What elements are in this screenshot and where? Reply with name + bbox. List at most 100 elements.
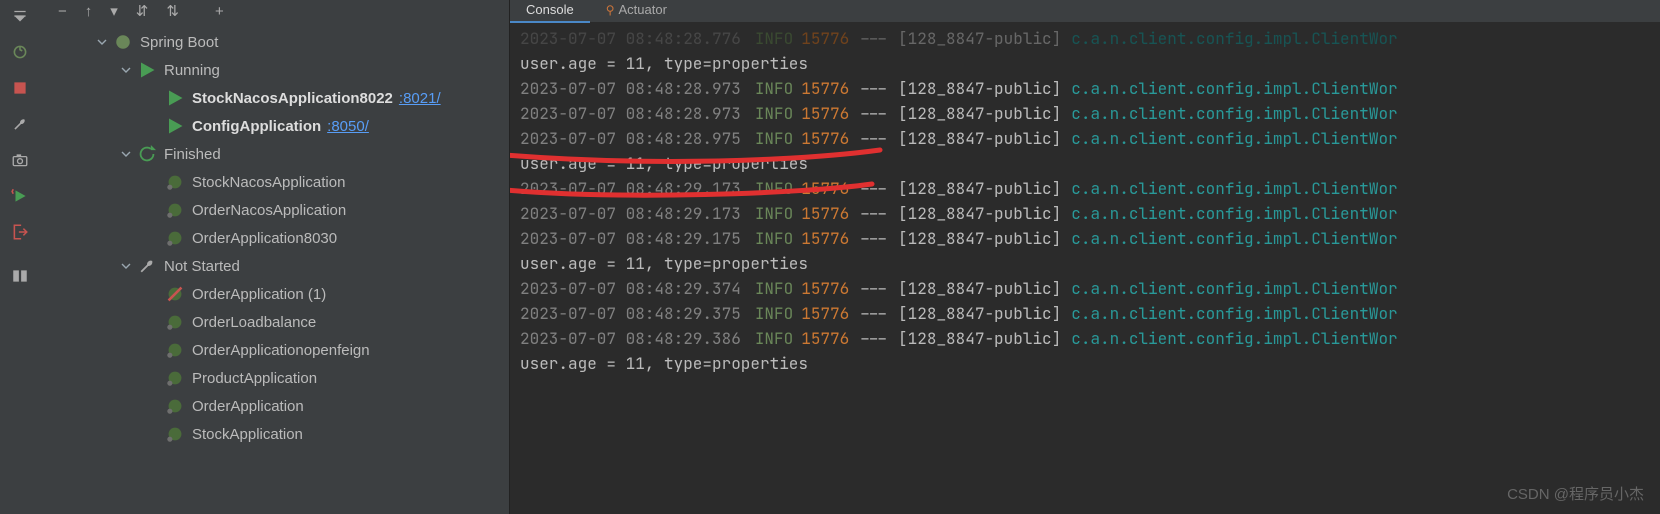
console-line: 2023-07-07 08:48:29.374INFO15776---[128_… — [520, 276, 1650, 301]
tree-node-finished[interactable]: Finished — [40, 140, 509, 168]
port-link[interactable]: :8050/ — [327, 118, 369, 135]
app-name: OrderApplication8030 — [192, 230, 337, 247]
play-icon — [166, 117, 184, 135]
port-link[interactable]: :8021/ — [399, 90, 441, 107]
log-thread: [128_8847-public] — [898, 326, 1061, 351]
chevron-down-icon[interactable] — [94, 34, 110, 50]
log-thread: [128_8847-public] — [898, 226, 1061, 251]
log-dash: --- — [859, 276, 888, 301]
log-pid: 15776 — [801, 226, 849, 251]
tab-label: Actuator — [619, 2, 667, 17]
log-dash: --- — [859, 176, 888, 201]
wrench-small-icon — [138, 257, 156, 275]
log-class: c.a.n.client.config.impl.ClientWor — [1071, 201, 1397, 226]
log-dash: --- — [859, 26, 888, 51]
funnel-icon[interactable]: ▾ — [110, 2, 118, 20]
tree-label: Finished — [164, 146, 221, 163]
log-class: c.a.n.client.config.impl.ClientWor — [1071, 101, 1397, 126]
chevron-down-icon[interactable] — [118, 62, 134, 78]
finished-item-0[interactable]: StockNacosApplication — [40, 168, 509, 196]
console-tabs: Console ⚲Actuator — [510, 0, 1660, 22]
tree-label: Spring Boot — [140, 34, 218, 51]
console-line: 2023-07-07 08:48:29.386INFO15776---[128_… — [520, 326, 1650, 351]
exit-icon[interactable] — [10, 222, 30, 242]
rerun-green-icon[interactable] — [10, 186, 30, 206]
running-item-0[interactable]: StockNacosApplication8022 :8021/ — [40, 84, 509, 112]
log-timestamp: 2023-07-07 08:48:29.374 — [520, 276, 741, 301]
spring-dim-icon — [166, 369, 184, 387]
expand-icon[interactable]: ⇵ — [136, 2, 149, 20]
chevron-down-icon[interactable] — [118, 146, 134, 162]
log-level: INFO — [755, 301, 793, 326]
finished-item-2[interactable]: OrderApplication8030 — [40, 224, 509, 252]
app-name: OrderLoadbalance — [192, 314, 316, 331]
watermark: CSDN @程序员小杰 — [1507, 483, 1644, 504]
spring-dim-icon — [166, 201, 184, 219]
refresh-icon — [138, 145, 156, 163]
add-icon[interactable]: + — [215, 3, 224, 20]
log-thread: [128_8847-public] — [898, 101, 1061, 126]
log-level: INFO — [755, 201, 793, 226]
tab-label: Console — [526, 2, 574, 17]
tree-toolbar: − ↑ ▾ ⇵ ⇅ + — [40, 0, 509, 22]
bug-rerun-icon[interactable] — [10, 42, 30, 62]
notstarted-item-0[interactable]: OrderApplication (1) — [40, 280, 509, 308]
log-pid: 15776 — [801, 276, 849, 301]
spring-error-icon — [166, 285, 184, 303]
play-icon — [138, 61, 156, 79]
spring-dim-icon — [166, 425, 184, 443]
app-name: OrderNacosApplication — [192, 202, 346, 219]
tab-actuator[interactable]: ⚲Actuator — [590, 0, 683, 23]
tree-node-springboot[interactable]: Spring Boot — [40, 28, 509, 56]
log-pid: 15776 — [801, 326, 849, 351]
log-level: INFO — [755, 226, 793, 251]
collapse-icon[interactable]: ⇅ — [166, 2, 179, 20]
console-line: 2023-07-07 08:48:29.173INFO15776---[128_… — [520, 176, 1650, 201]
log-pid: 15776 — [801, 126, 849, 151]
notstarted-item-1[interactable]: OrderLoadbalance — [40, 308, 509, 336]
log-pid: 15776 — [801, 201, 849, 226]
log-dash: --- — [859, 76, 888, 101]
tab-console[interactable]: Console — [510, 0, 590, 23]
log-message: user.age = 11, type=properties — [520, 51, 808, 76]
log-level: INFO — [755, 26, 793, 51]
log-pid: 15776 — [801, 76, 849, 101]
log-timestamp: 2023-07-07 08:48:29.386 — [520, 326, 741, 351]
log-level: INFO — [755, 326, 793, 351]
notstarted-item-5[interactable]: StockApplication — [40, 420, 509, 448]
wrench-icon[interactable] — [10, 114, 30, 134]
minus-icon[interactable]: − — [58, 3, 67, 20]
layout-icon[interactable] — [10, 266, 30, 286]
app-name: OrderApplicationopenfeign — [192, 342, 370, 359]
console-line: 2023-07-07 08:48:28.973INFO15776---[128_… — [520, 101, 1650, 126]
collapse-down-icon[interactable] — [10, 6, 30, 26]
log-class: c.a.n.client.config.impl.ClientWor — [1071, 326, 1397, 351]
console-pane: Console ⚲Actuator 2023-07-07 08:48:28.77… — [510, 0, 1660, 514]
chevron-down-icon[interactable] — [118, 258, 134, 274]
camera-icon[interactable] — [10, 150, 30, 170]
notstarted-item-3[interactable]: ProductApplication — [40, 364, 509, 392]
tree-node-running[interactable]: Running — [40, 56, 509, 84]
console-output[interactable]: 2023-07-07 08:48:28.776INFO15776---[128_… — [510, 22, 1660, 514]
run-dashboard-panel: − ↑ ▾ ⇵ ⇅ + Spring Boot Running — [40, 0, 510, 514]
spring-icon — [114, 33, 132, 51]
arrow-up-icon[interactable]: ↑ — [85, 3, 93, 20]
log-class: c.a.n.client.config.impl.ClientWor — [1071, 26, 1397, 51]
notstarted-item-4[interactable]: OrderApplication — [40, 392, 509, 420]
tree-label: Running — [164, 62, 220, 79]
tree-node-notstarted[interactable]: Not Started — [40, 252, 509, 280]
log-thread: [128_8847-public] — [898, 26, 1061, 51]
running-item-1[interactable]: ConfigApplication :8050/ — [40, 112, 509, 140]
notstarted-item-2[interactable]: OrderApplicationopenfeign — [40, 336, 509, 364]
log-thread: [128_8847-public] — [898, 176, 1061, 201]
log-pid: 15776 — [801, 176, 849, 201]
stop-icon[interactable] — [10, 78, 30, 98]
play-icon — [166, 89, 184, 107]
log-message: user.age = 11, type=properties — [520, 151, 808, 176]
console-line: 2023-07-07 08:48:29.375INFO15776---[128_… — [520, 301, 1650, 326]
console-line: 2023-07-07 08:48:29.173INFO15776---[128_… — [520, 201, 1650, 226]
log-pid: 15776 — [801, 301, 849, 326]
log-dash: --- — [859, 101, 888, 126]
finished-item-1[interactable]: OrderNacosApplication — [40, 196, 509, 224]
console-line: user.age = 11, type=properties — [520, 251, 1650, 276]
